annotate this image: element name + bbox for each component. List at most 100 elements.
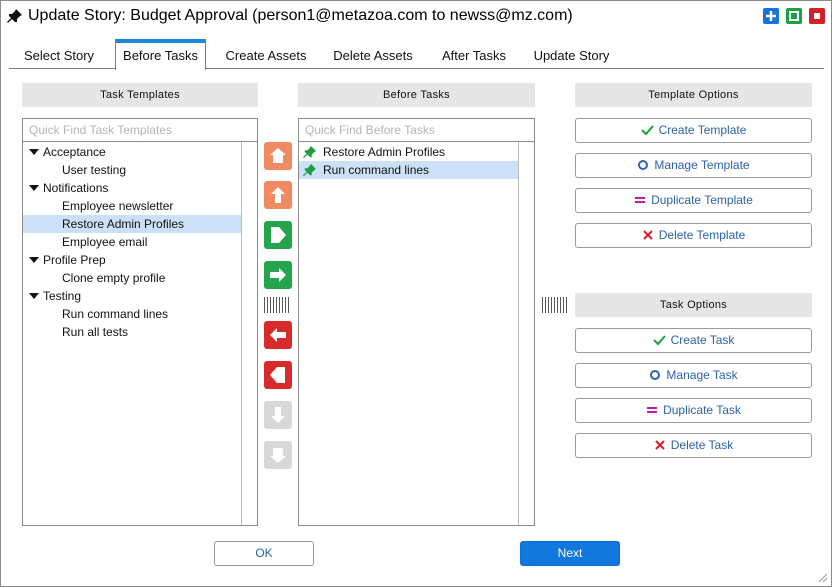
task-templates-list: Quick Find Task Templates Acceptance User… bbox=[22, 118, 258, 526]
tree-label: Testing bbox=[43, 289, 82, 303]
list-item-label: Run command lines bbox=[323, 163, 430, 177]
green-pin-icon bbox=[303, 163, 317, 182]
tree-group[interactable]: Acceptance bbox=[23, 143, 241, 161]
button-label: Create Template bbox=[658, 123, 747, 137]
tree-item[interactable]: Run command lines bbox=[23, 305, 241, 323]
splitter-grip-left[interactable] bbox=[264, 297, 290, 313]
home-down-icon bbox=[264, 441, 292, 469]
button-label: Manage Template bbox=[654, 158, 750, 172]
title-bar[interactable]: Update Story: Budget Approval (person1@m… bbox=[1, 1, 831, 31]
list-item[interactable]: Run command lines bbox=[299, 161, 518, 179]
tree-label: Employee newsletter bbox=[62, 199, 174, 213]
arrow-right-icon bbox=[264, 261, 292, 289]
tree-label: Clone empty profile bbox=[62, 271, 166, 285]
tab-before-tasks[interactable]: Before Tasks bbox=[115, 39, 206, 70]
add-icon[interactable] bbox=[763, 8, 779, 24]
tree-group[interactable]: Profile Prep bbox=[23, 251, 241, 269]
create-template-button[interactable]: Create Template bbox=[575, 118, 812, 143]
manage-task-button[interactable]: Manage Task bbox=[575, 363, 812, 388]
pin-icon bbox=[7, 8, 23, 24]
button-label: Duplicate Task bbox=[663, 403, 741, 417]
move-to-top-button[interactable] bbox=[264, 142, 292, 170]
task-options-header: Task Options bbox=[575, 293, 812, 317]
delete-task-button[interactable]: Delete Task bbox=[575, 433, 812, 458]
caret-down-icon[interactable] bbox=[29, 257, 39, 263]
button-label: Duplicate Template bbox=[651, 193, 753, 207]
next-button[interactable]: Next bbox=[520, 541, 620, 566]
move-down-button[interactable] bbox=[264, 401, 292, 429]
tree-group[interactable]: Testing bbox=[23, 287, 241, 305]
add-all-button[interactable] bbox=[264, 261, 292, 289]
equals-icon bbox=[634, 191, 646, 214]
tree-item[interactable]: Clone empty profile bbox=[23, 269, 241, 287]
tree-label: Run all tests bbox=[62, 325, 129, 339]
remove-all-button[interactable] bbox=[264, 361, 292, 389]
before-tasks-items: Restore Admin Profiles Run command lines bbox=[299, 142, 534, 525]
tab-select-story[interactable]: Select Story bbox=[15, 43, 103, 69]
tab-after-tasks[interactable]: After Tasks bbox=[433, 43, 515, 69]
equals-icon bbox=[646, 401, 658, 424]
arrow-up-icon bbox=[264, 181, 292, 209]
caret-down-icon[interactable] bbox=[29, 149, 39, 155]
task-templates-tree: Acceptance User testing Notifications Emplo… bbox=[23, 142, 257, 525]
before-tasks-list: Quick Find Before Tasks Restore Admin Pr… bbox=[298, 118, 535, 526]
list-item-label: Restore Admin Profiles bbox=[323, 145, 446, 159]
tab-update-story[interactable]: Update Story bbox=[527, 43, 616, 69]
tree-item[interactable]: Employee newsletter bbox=[23, 197, 241, 215]
maximize-icon[interactable] bbox=[786, 8, 802, 24]
tree-label: Profile Prep bbox=[43, 253, 106, 267]
resize-grip-icon[interactable] bbox=[816, 571, 828, 583]
button-label: Delete Task bbox=[670, 438, 734, 452]
caret-down-icon[interactable] bbox=[29, 185, 39, 191]
button-label: Create Task bbox=[670, 333, 735, 347]
x-icon bbox=[654, 436, 666, 459]
task-templates-search-input[interactable]: Quick Find Task Templates bbox=[23, 119, 257, 142]
tree-item[interactable]: User testing bbox=[23, 161, 241, 179]
tree-label: Run command lines bbox=[62, 307, 169, 321]
circle-icon bbox=[637, 156, 649, 179]
duplicate-task-button[interactable]: Duplicate Task bbox=[575, 398, 812, 423]
chevron-left-icon bbox=[264, 361, 292, 389]
tree-item[interactable]: Run all tests bbox=[23, 323, 241, 341]
before-tasks-search-input[interactable]: Quick Find Before Tasks bbox=[299, 119, 534, 142]
list-item[interactable]: Restore Admin Profiles bbox=[299, 143, 518, 161]
create-task-button[interactable]: Create Task bbox=[575, 328, 812, 353]
check-icon bbox=[652, 331, 666, 354]
task-templates-scrollbar[interactable] bbox=[241, 142, 257, 525]
ok-button[interactable]: OK bbox=[214, 541, 314, 566]
window-title: Update Story: Budget Approval (person1@m… bbox=[28, 7, 573, 24]
remove-task-button[interactable] bbox=[264, 321, 292, 349]
caret-down-icon[interactable] bbox=[29, 293, 39, 299]
circle-icon bbox=[649, 366, 661, 389]
manage-template-button[interactable]: Manage Template bbox=[575, 153, 812, 178]
tree-label: Notifications bbox=[43, 181, 109, 195]
before-tasks-header: Before Tasks bbox=[298, 83, 535, 107]
tab-delete-assets[interactable]: Delete Assets bbox=[326, 43, 420, 69]
chevron-right-icon bbox=[264, 221, 292, 249]
add-task-button[interactable] bbox=[264, 221, 292, 249]
arrow-left-icon bbox=[264, 321, 292, 349]
move-up-button[interactable] bbox=[264, 181, 292, 209]
tree-item[interactable]: Employee email bbox=[23, 233, 241, 251]
duplicate-template-button[interactable]: Duplicate Template bbox=[575, 188, 812, 213]
delete-template-button[interactable]: Delete Template bbox=[575, 223, 812, 248]
button-label: Delete Template bbox=[658, 228, 746, 242]
move-to-bottom-button[interactable] bbox=[264, 441, 292, 469]
wizard-tab-bar: Select Story Before Tasks Create Assets … bbox=[9, 39, 824, 70]
button-label: Manage Task bbox=[666, 368, 738, 382]
arrow-down-icon bbox=[264, 401, 292, 429]
tree-label: User testing bbox=[62, 163, 127, 177]
tab-create-assets[interactable]: Create Assets bbox=[219, 43, 313, 69]
tree-group[interactable]: Notifications bbox=[23, 179, 241, 197]
update-story-window: Update Story: Budget Approval (person1@m… bbox=[0, 0, 832, 587]
tree-label: Restore Admin Profiles bbox=[62, 217, 185, 231]
x-icon bbox=[642, 226, 654, 249]
before-tasks-scrollbar[interactable] bbox=[518, 142, 534, 525]
tree-item[interactable]: Restore Admin Profiles bbox=[23, 215, 241, 233]
splitter-grip-right[interactable] bbox=[542, 297, 568, 313]
close-icon[interactable] bbox=[809, 8, 825, 24]
task-templates-header: Task Templates bbox=[22, 83, 258, 107]
tree-label: Employee email bbox=[62, 235, 148, 249]
template-options-header: Template Options bbox=[575, 83, 812, 107]
check-icon bbox=[640, 121, 654, 144]
